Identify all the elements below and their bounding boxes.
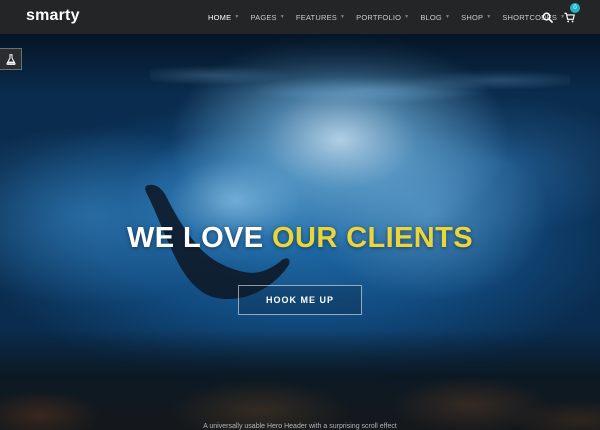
nav-item-portfolio[interactable]: PORTFOLIO ▼ — [356, 13, 409, 22]
main-menu: HOME ▼ PAGES ▼ FEATURES ▼ PORTFOLIO ▼ BL… — [208, 0, 576, 34]
search-icon[interactable] — [540, 10, 554, 24]
nav-item-home[interactable]: HOME ▼ — [208, 13, 239, 22]
hero-background — [0, 0, 600, 430]
nav-item-label: SHOP — [461, 12, 484, 22]
style-switcher-tab[interactable] — [0, 48, 22, 70]
cart-icon[interactable]: 0 — [562, 3, 580, 24]
nav-item-label: FEATURES — [295, 12, 337, 22]
top-navbar: smarty HOME ▼ PAGES ▼ FEATURES ▼ PORTFOL… — [0, 0, 600, 34]
chevron-down-icon: ▼ — [279, 14, 285, 20]
chevron-down-icon: ▼ — [404, 14, 410, 20]
hero-subtext: A universally usable Hero Header with a … — [203, 423, 397, 430]
headline-white-part: WE LOVE — [127, 222, 264, 254]
hero-headline: WE LOVE OUR CLIENTS — [0, 222, 600, 255]
nav-item-label: PORTFOLIO — [356, 12, 402, 22]
flask-icon — [5, 53, 16, 65]
chevron-down-icon: ▼ — [234, 14, 240, 20]
nav-item-blog[interactable]: BLOG ▼ — [420, 13, 450, 22]
chevron-down-icon: ▼ — [486, 14, 492, 20]
nav-icon-group: 0 — [540, 0, 584, 34]
chevron-down-icon: ▼ — [444, 14, 451, 20]
cart-count-badge: 0 — [570, 3, 580, 13]
nav-item-label: HOME — [208, 12, 232, 22]
hero-top-shade — [0, 34, 600, 94]
hero-sea-floor — [0, 330, 600, 430]
nav-item-pages[interactable]: PAGES ▼ — [250, 13, 284, 22]
hook-me-up-button[interactable]: HOOK ME UP — [238, 285, 362, 315]
nav-item-label: PAGES — [250, 12, 277, 22]
chevron-down-icon: ▼ — [339, 14, 346, 20]
site-logo[interactable]: smarty — [26, 7, 80, 25]
nav-item-label: BLOG — [420, 12, 442, 22]
nav-item-shop[interactable]: SHOP ▼ — [461, 13, 491, 22]
headline-highlight-part: OUR CLIENTS — [272, 222, 473, 254]
nav-item-features[interactable]: FEATURES ▼ — [296, 13, 345, 22]
